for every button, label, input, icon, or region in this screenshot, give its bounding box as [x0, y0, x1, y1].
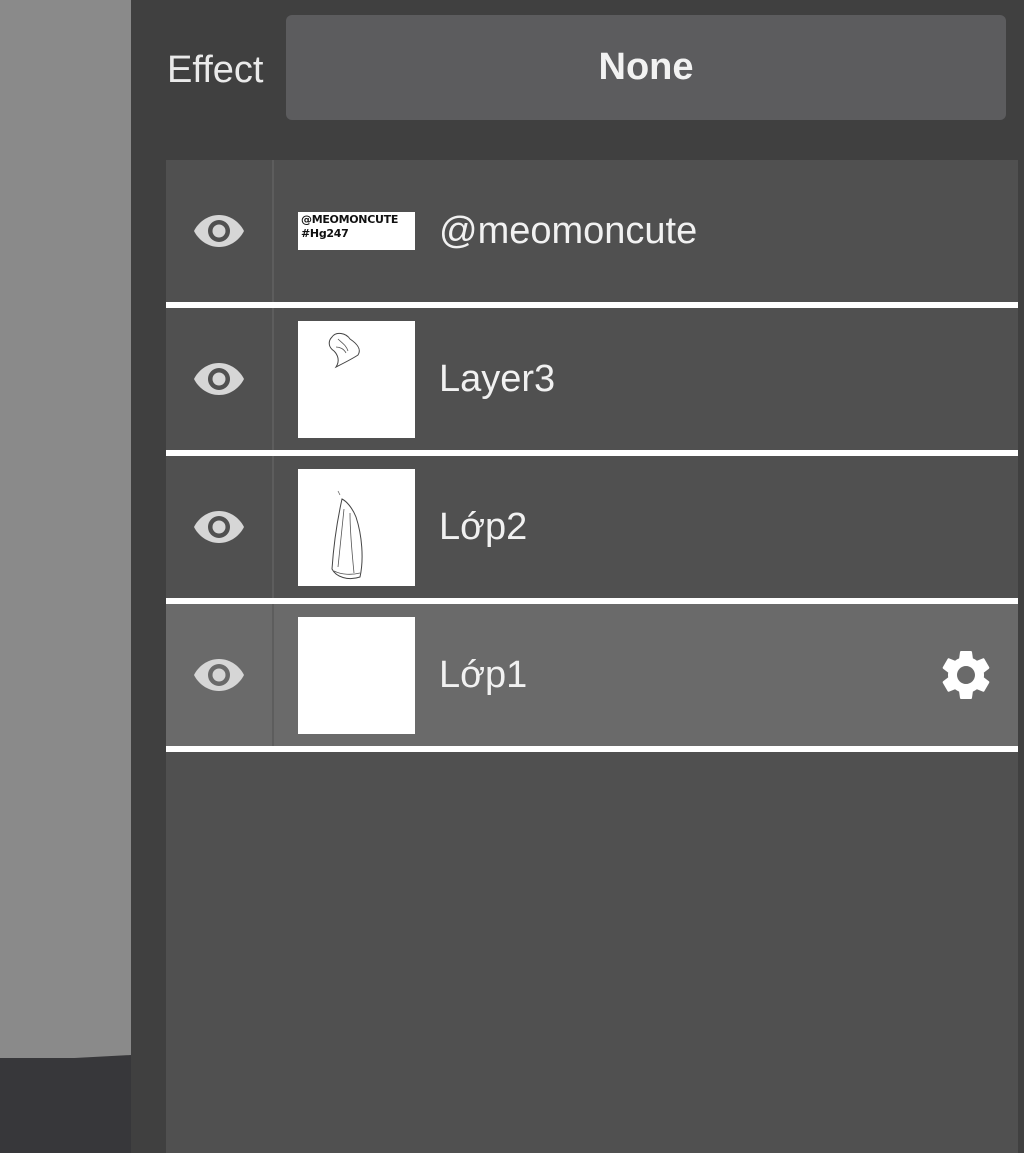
- row-divider: [272, 160, 274, 302]
- layer-row-lop2[interactable]: Lớp2: [166, 456, 1018, 598]
- layer-thumbnail: [298, 469, 415, 586]
- layer-thumbnail: @MEOMONCUTE #Hg247: [298, 212, 415, 250]
- empty-layer-space: [166, 752, 1018, 1153]
- gear-icon[interactable]: [936, 645, 996, 705]
- visibility-cell: [166, 308, 272, 450]
- layer-name: @meomoncute: [439, 210, 698, 252]
- visibility-cell: [166, 160, 272, 302]
- drawing-canvas-area[interactable]: [0, 0, 131, 1153]
- layer-name: Lớp1: [439, 654, 528, 696]
- eye-icon[interactable]: [193, 507, 245, 547]
- layer-row-lop1[interactable]: Lớp1: [166, 604, 1018, 746]
- thumbnail-text-line: @MEOMONCUTE: [301, 213, 399, 226]
- visibility-cell: [166, 456, 272, 598]
- effect-dropdown[interactable]: None: [286, 15, 1006, 120]
- eye-icon[interactable]: [193, 211, 245, 251]
- effect-label: Effect: [167, 49, 264, 91]
- visibility-cell: [166, 604, 272, 746]
- layer-panel: Effect None @MEOMONCUTE #Hg247 @meomoncu…: [131, 0, 1024, 1153]
- layer-row-layer3[interactable]: Layer3: [166, 308, 1018, 450]
- layer-name: Lớp2: [439, 506, 528, 548]
- app-screen: Effect None @MEOMONCUTE #Hg247 @meomoncu…: [0, 0, 1024, 1153]
- row-divider: [272, 456, 274, 598]
- eye-icon[interactable]: [193, 359, 245, 399]
- sketch-thumbnail-image: [331, 490, 363, 580]
- thumbnail-text-line: #Hg247: [301, 227, 349, 240]
- sketch-thumbnail-image: [328, 332, 360, 369]
- eye-icon[interactable]: [193, 655, 245, 695]
- canvas-paper[interactable]: [0, 0, 131, 1058]
- layer-thumbnail: [298, 617, 415, 734]
- row-divider: [272, 604, 274, 746]
- layer-thumbnail: [298, 321, 415, 438]
- row-divider: [272, 308, 274, 450]
- layer-name: Layer3: [439, 358, 556, 400]
- layer-list: @MEOMONCUTE #Hg247 @meomoncute Layer3 Lớ…: [166, 160, 1018, 1153]
- layer-row-meomoncute[interactable]: @MEOMONCUTE #Hg247 @meomoncute: [166, 160, 1018, 302]
